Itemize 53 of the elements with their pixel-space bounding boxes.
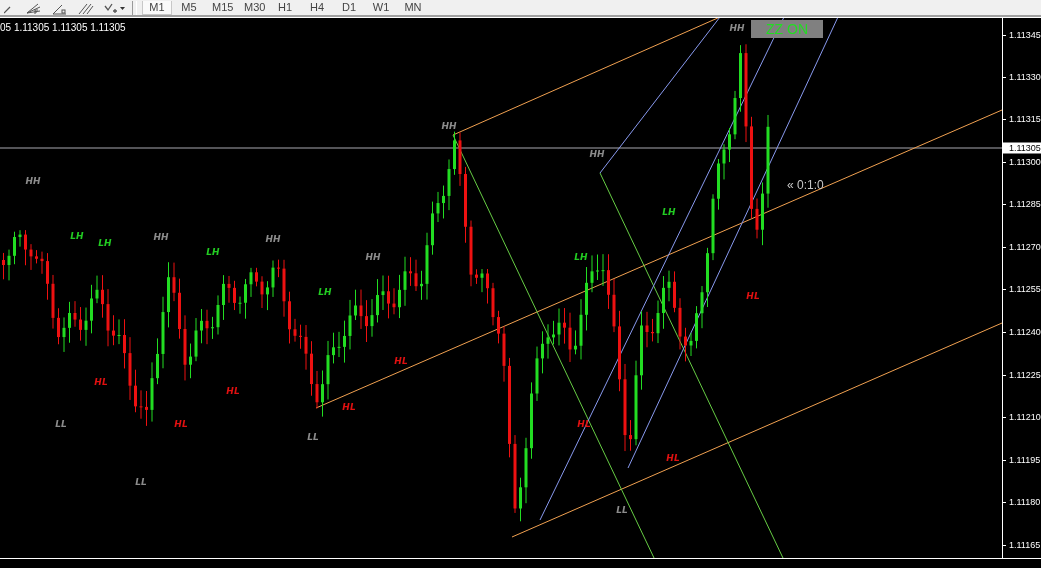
timeframe-button[interactable]: M1 <box>142 1 172 15</box>
zigzag-label: LH <box>574 252 588 262</box>
parallel-lines-icon[interactable] <box>78 3 94 15</box>
price-tick-label: 1.11300 <box>1009 157 1041 167</box>
zigzag-label: LL <box>135 477 147 487</box>
zigzag-label: HL <box>94 377 108 387</box>
timeframe-button[interactable]: M15 <box>206 1 236 15</box>
price-tick-label: 1.11225 <box>1009 370 1041 380</box>
zigzag-label: LH <box>206 247 220 257</box>
zigzag-label: HL <box>226 386 240 396</box>
timeframe-button[interactable]: W1 <box>366 1 396 15</box>
angle-tool-icon[interactable] <box>52 3 68 15</box>
timeframe-button[interactable]: H1 <box>270 1 300 15</box>
zigzag-label: HL <box>746 291 760 301</box>
zigzag-label: LH <box>318 287 332 297</box>
price-tick-label: 1.11210 <box>1009 412 1041 422</box>
timeframe-button[interactable]: M30 <box>238 1 268 15</box>
fibonacci-fan-icon[interactable] <box>26 3 42 15</box>
price-tick-label: 1.11255 <box>1009 284 1041 294</box>
zigzag-label: HL <box>394 356 408 366</box>
price-tick-label: 1.11195 <box>1009 455 1041 465</box>
candle-countdown: « 0:1:0 <box>787 178 824 192</box>
zigzag-label: HH <box>25 176 41 186</box>
timeframe-button[interactable]: H4 <box>302 1 332 15</box>
zigzag-label: HH <box>729 23 745 33</box>
timeframe-button[interactable]: D1 <box>334 1 364 15</box>
price-tick-label: 1.11180 <box>1009 497 1041 507</box>
zigzag-label: LH <box>98 238 112 248</box>
zigzag-label: HL <box>174 419 188 429</box>
price-tick-label: 1.11270 <box>1009 242 1041 252</box>
zigzag-label: LL <box>307 432 319 442</box>
timeframe-button[interactable]: M5 <box>174 1 204 15</box>
price-tick-label: 1.11330 <box>1009 72 1041 82</box>
zigzag-label: HH <box>153 232 169 242</box>
zigzag-label: HH <box>365 252 381 262</box>
price-tick-label: 1.11240 <box>1009 327 1041 337</box>
zigzag-label: HH <box>589 149 605 159</box>
current-price-label: 1.11305 <box>1003 142 1041 154</box>
zigzag-label: HL <box>666 453 680 463</box>
zigzag-label: LL <box>55 419 67 429</box>
price-tick-label: 1.11315 <box>1009 114 1041 124</box>
zigzag-label: HL <box>342 402 356 412</box>
price-tick-label: 1.11165 <box>1009 540 1041 550</box>
price-tick-label: 1.11345 <box>1009 30 1041 40</box>
timeframe-button[interactable]: MN <box>398 1 428 15</box>
zigzag-label: LL <box>616 505 628 515</box>
zigzag-label: HH <box>441 121 457 131</box>
ohlc-header: 05 1.11305 1.11305 1.11305 <box>0 22 126 33</box>
zigzag-label: LH <box>70 231 84 241</box>
zigzag-label: LH <box>662 207 676 217</box>
price-tick-label: 1.11285 <box>1009 199 1041 209</box>
arrow-tools-icon[interactable] <box>104 3 126 15</box>
zigzag-label: HH <box>265 234 281 244</box>
